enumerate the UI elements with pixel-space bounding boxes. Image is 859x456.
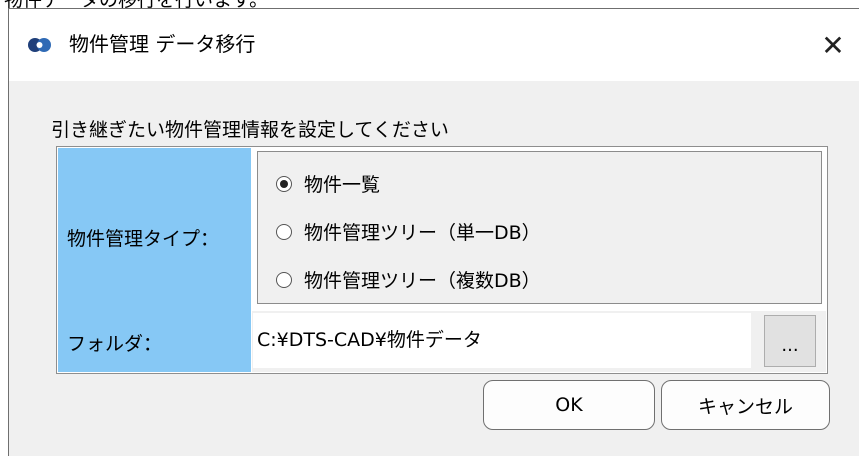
radio-button[interactable]: [276, 271, 292, 288]
folder-label: フォルダ：: [67, 333, 163, 355]
ok-button[interactable]: OK: [483, 380, 655, 430]
radio-button[interactable]: [276, 223, 292, 240]
title-bar: 物件管理 データ移行 ✕: [9, 9, 859, 81]
folder-row: C:¥DTS-CAD¥物件データ ...: [252, 311, 826, 372]
instruction-text: 引き継ぎたい物件管理情報を設定してください: [51, 119, 449, 141]
radio-selected-dot: [280, 179, 288, 188]
cancel-button[interactable]: キャンセル: [661, 380, 830, 430]
close-icon[interactable]: ✕: [807, 9, 859, 81]
type-label: 物件管理タイプ：: [67, 228, 220, 250]
radio-label: 物件管理ツリー（単一DB）: [304, 222, 541, 244]
radio-option-tree-multi[interactable]: 物件管理ツリー（複数DB）: [276, 266, 541, 293]
radio-option-list[interactable]: 物件一覧: [276, 170, 380, 197]
radio-label: 物件一覧: [304, 174, 381, 196]
browse-button[interactable]: ...: [764, 315, 816, 367]
radio-label: 物件管理ツリー（複数DB）: [304, 270, 541, 292]
window-title: 物件管理 データ移行: [69, 32, 256, 56]
app-logo-icon: [28, 38, 51, 52]
type-radio-group: 物件一覧 物件管理ツリー（単一DB） 物件管理ツリー（複数DB）: [257, 151, 822, 304]
radio-option-tree-single[interactable]: 物件管理ツリー（単一DB）: [276, 218, 541, 245]
migration-dialog: 物件管理 データ移行 ✕ 引き継ぎたい物件管理情報を設定してください 物件管理タ…: [8, 8, 859, 456]
folder-path-input[interactable]: C:¥DTS-CAD¥物件データ: [253, 313, 751, 368]
radio-button[interactable]: [276, 175, 292, 192]
